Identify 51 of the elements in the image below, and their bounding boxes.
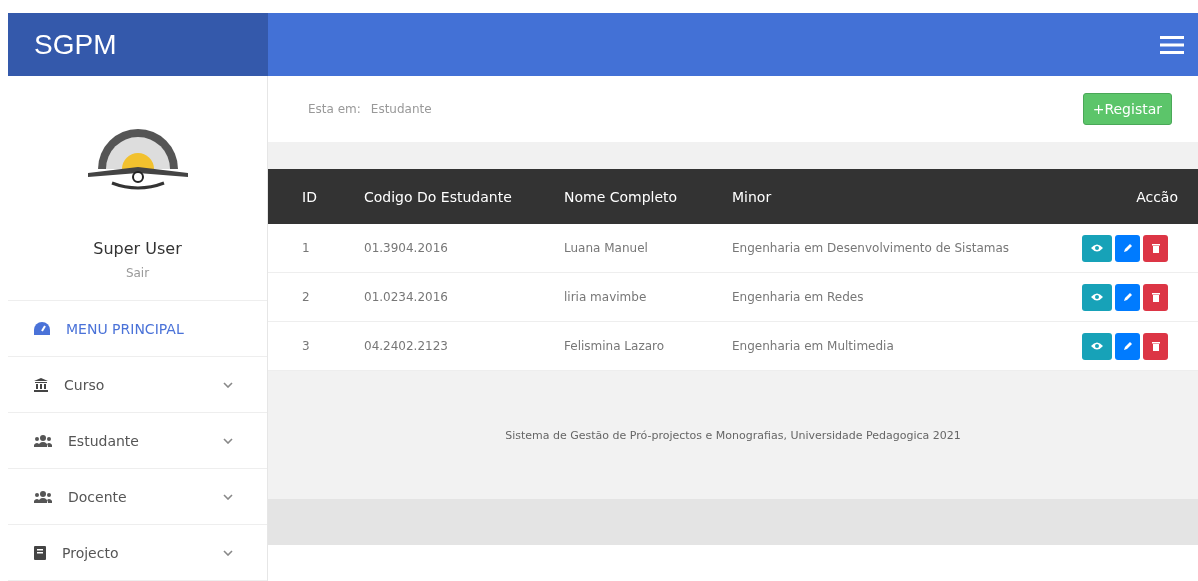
column-header: Accão (1048, 169, 1198, 224)
chevron-down-icon (223, 549, 233, 556)
breadcrumb-label: Esta em: (308, 102, 361, 116)
column-header: ID (268, 169, 364, 224)
trash-icon (1151, 243, 1160, 253)
eye-icon (1091, 342, 1103, 350)
user-name: Super User (93, 239, 182, 258)
column-header: Minor (732, 169, 1048, 224)
chevron-down-icon (223, 493, 233, 500)
users-icon (34, 490, 52, 503)
table-cell: 2 (268, 273, 364, 322)
table-cell: Engenharia em Desenvolvimento de Sistamas (732, 224, 1048, 273)
sidebar-item[interactable]: MENU PRINCIPAL (8, 301, 267, 357)
dashboard-icon (34, 321, 50, 336)
trash-icon (1151, 292, 1160, 302)
chevron-down-icon (223, 437, 233, 444)
pencil-icon (1122, 292, 1133, 302)
table-cell: 01.0234.2016 (364, 273, 564, 322)
bank-icon (34, 377, 48, 392)
edit-button[interactable] (1115, 283, 1140, 311)
eye-icon (1091, 293, 1103, 301)
sidebar-item[interactable]: Projecto (8, 525, 267, 581)
table-cell: Luana Manuel (564, 224, 732, 273)
view-button[interactable] (1082, 332, 1112, 360)
footer-text: Sistema de Gestão de Pró-projectos e Monografias, Universidade Pedagogica 2021 (268, 371, 1198, 499)
breadcrumb-current: Estudante (370, 102, 432, 116)
users-icon (34, 434, 52, 447)
delete-button[interactable] (1143, 234, 1168, 262)
edit-button[interactable] (1115, 234, 1140, 262)
view-button[interactable] (1082, 283, 1112, 311)
delete-button[interactable] (1143, 332, 1168, 360)
menu-icon[interactable] (1160, 35, 1184, 54)
pencil-icon (1122, 341, 1133, 351)
pencil-icon (1122, 243, 1133, 253)
sidebar-item[interactable]: Docente (8, 469, 267, 525)
chevron-down-icon (223, 381, 233, 388)
edit-button[interactable] (1115, 332, 1140, 360)
table-cell: 1 (268, 224, 364, 273)
view-button[interactable] (1082, 234, 1112, 262)
eye-icon (1091, 244, 1103, 252)
trash-icon (1151, 341, 1160, 351)
table-cell: liria mavimbe (564, 273, 732, 322)
column-header: Codigo Do Estudante (364, 169, 564, 224)
book-icon (34, 545, 46, 560)
delete-button[interactable] (1143, 283, 1168, 311)
brand-title: SGPM (8, 13, 268, 76)
column-header: Nome Completo (564, 169, 732, 224)
table-cell: 01.3904.2016 (364, 224, 564, 273)
sidebar-item[interactable]: Estudante (8, 413, 267, 469)
sidebar-item[interactable]: Curso (8, 357, 267, 413)
table-cell: Engenharia em Redes (732, 273, 1048, 322)
